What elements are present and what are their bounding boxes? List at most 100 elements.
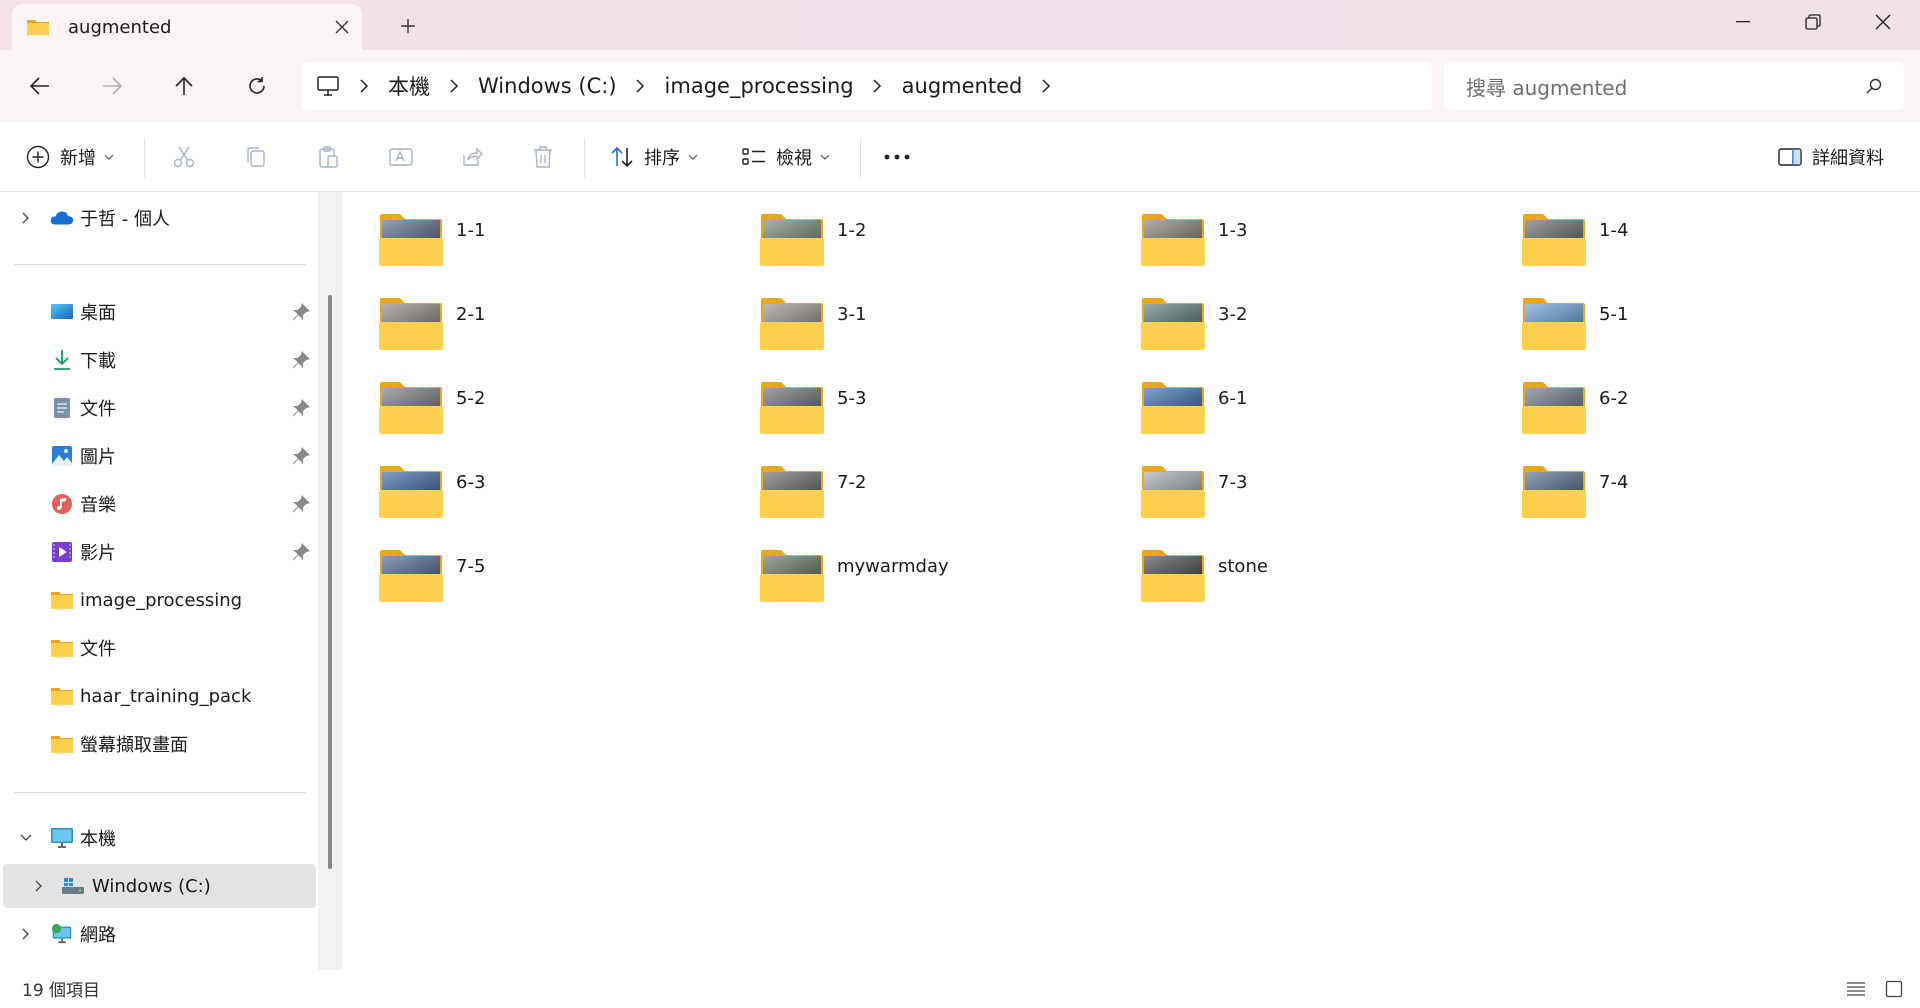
folder-item[interactable]: 1-4 [1521,212,1881,276]
folder-item[interactable]: 3-2 [1140,296,1500,360]
share-button[interactable] [460,136,484,178]
folder-item[interactable]: 3-1 [759,296,1119,360]
minimize-icon[interactable] [1708,0,1778,44]
large-icons-view-icon[interactable] [1882,978,1906,1000]
search-input[interactable]: 搜尋 augmented [1444,62,1904,110]
sidebar-item-image-processing[interactable]: image_processing [0,578,316,622]
pin-icon[interactable] [292,494,311,513]
folder-item[interactable]: 6-2 [1521,380,1881,444]
folder-thumbnail-icon [1141,298,1205,350]
cut-button[interactable] [172,136,196,178]
sidebar-item-pictures[interactable]: 圖片 [0,434,316,478]
folder-item[interactable]: stone [1140,548,1500,612]
folder-item[interactable]: 1-2 [759,212,1119,276]
chevron-right-icon[interactable] [356,79,372,93]
folder-item[interactable]: mywarmday [759,548,1119,612]
sidebar-item-documents-folder[interactable]: 文件 [0,626,316,670]
chevron-right-icon[interactable] [446,79,462,93]
paste-button[interactable] [316,136,340,178]
details-pane-button[interactable]: 詳細資料 [1778,136,1884,178]
item-count: 19 個項目 [22,981,101,1001]
back-arrow-icon[interactable] [18,64,62,108]
chevron-down-icon [820,152,830,163]
sort-button[interactable]: 排序 [610,136,698,178]
folder-thumbnail-icon [379,298,443,350]
close-tab-icon[interactable] [322,7,362,47]
folder-icon [50,733,74,755]
chevron-right-icon[interactable] [633,79,649,93]
chevron-right-icon[interactable] [29,876,49,896]
folder-item[interactable]: 5-1 [1521,296,1881,360]
sidebar-item-this-pc[interactable]: 本機 [0,816,316,860]
folder-item[interactable]: 2-1 [378,296,738,360]
details-label: 詳細資料 [1812,148,1884,169]
pin-icon[interactable] [292,446,311,465]
sidebar-item-label: 螢幕擷取畫面 [80,735,188,756]
sidebar-item-drive-c[interactable]: Windows (C:) [3,864,316,908]
sidebar-scrollbar-thumb[interactable] [328,295,332,869]
navigation-bar: 本機 Windows (C:) image_processing augment… [0,50,1920,122]
sidebar-item-network[interactable]: 網路 [0,912,316,956]
sidebar-item-videos[interactable]: 影片 [0,530,316,574]
sidebar-item-label: 本機 [80,829,116,850]
delete-button[interactable] [532,136,554,178]
pin-icon[interactable] [292,302,311,321]
copy-button[interactable] [244,136,268,178]
folder-thumbnail-icon [1522,214,1586,266]
sidebar-item-documents[interactable]: 文件 [0,386,316,430]
folder-item[interactable]: 1-1 [378,212,738,276]
chevron-down-icon[interactable] [16,828,36,848]
folder-name: 7-5 [456,556,486,577]
chevron-right-icon[interactable] [16,208,36,228]
pin-icon[interactable] [292,350,311,369]
tab-augmented[interactable]: augmented [12,4,362,50]
sort-label: 排序 [644,148,680,169]
address-bar[interactable]: 本機 Windows (C:) image_processing augment… [302,62,1432,110]
chevron-right-icon[interactable] [1038,79,1054,93]
folder-item[interactable]: 7-5 [378,548,738,612]
details-view-icon[interactable] [1844,978,1868,1000]
sidebar-item-desktop[interactable]: 桌面 [0,290,316,334]
breadcrumb-augmented[interactable]: augmented [902,74,1023,98]
refresh-icon[interactable] [235,64,279,108]
computer-icon[interactable] [316,75,340,97]
sidebar-item-label: image_processing [80,589,243,611]
folder-item[interactable]: 5-3 [759,380,1119,444]
close-window-icon[interactable] [1848,0,1918,44]
folder-item[interactable]: 6-1 [1140,380,1500,444]
breadcrumb-image-processing[interactable]: image_processing [665,74,854,98]
rename-button[interactable] [388,136,414,178]
more-options-button[interactable] [884,136,910,178]
folder-thumbnail-icon [379,466,443,518]
new-tab-button[interactable] [390,8,426,44]
chevron-right-icon[interactable] [16,924,36,944]
sidebar-item-onedrive[interactable]: 于哲 - 個人 [0,196,316,240]
pin-icon[interactable] [292,398,311,417]
up-arrow-icon[interactable] [162,64,206,108]
restore-icon[interactable] [1778,0,1848,44]
folder-item[interactable]: 1-3 [1140,212,1500,276]
sidebar-item-label: 音樂 [80,495,116,516]
sidebar-item-screenshots[interactable]: 螢幕擷取畫面 [0,722,316,766]
search-icon[interactable] [1866,78,1882,94]
folder-item[interactable]: 5-2 [378,380,738,444]
sidebar-item-label: 文件 [80,639,116,660]
folder-item[interactable]: 7-4 [1521,464,1881,528]
sidebar-item-downloads[interactable]: 下載 [0,338,316,382]
folder-item[interactable]: 6-3 [378,464,738,528]
new-button[interactable]: 新增 [26,136,114,178]
sidebar-item-haar-training-pack[interactable]: haar_training_pack [0,674,316,718]
folder-item[interactable]: 7-2 [759,464,1119,528]
desktop-icon [50,301,74,323]
folder-item[interactable]: 7-3 [1140,464,1500,528]
breadcrumb-this-pc[interactable]: 本機 [388,71,430,101]
folder-thumbnail-icon [379,382,443,434]
pin-icon[interactable] [292,542,311,561]
breadcrumb-drive-c[interactable]: Windows (C:) [478,74,617,98]
forward-arrow-icon[interactable] [90,64,134,108]
view-button[interactable]: 檢視 [742,136,830,178]
network-icon [50,923,74,945]
chevron-right-icon[interactable] [870,79,886,93]
share-icon [463,147,483,166]
sidebar-item-music[interactable]: 音樂 [0,482,316,526]
